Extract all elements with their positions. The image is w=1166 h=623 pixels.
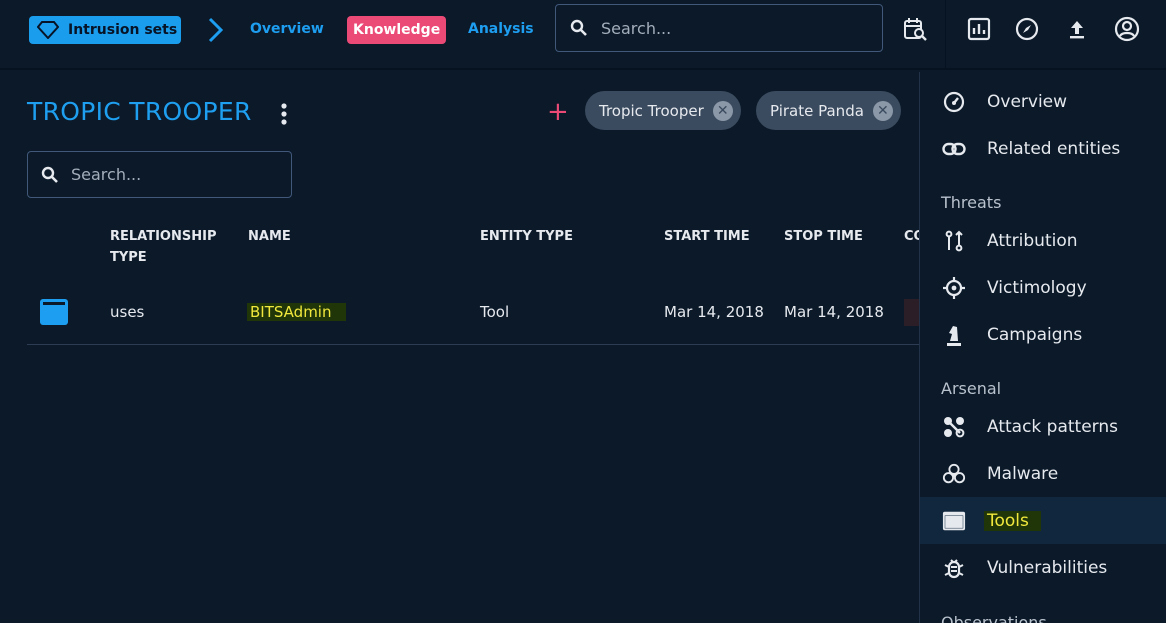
menu-item-malware[interactable]: Malware xyxy=(920,450,1166,497)
attack-pattern-icon xyxy=(942,415,966,439)
tab-overview[interactable]: Overview xyxy=(250,21,324,37)
menu-item-label: Malware xyxy=(987,463,1059,484)
menu-item-label: Vulnerabilities xyxy=(987,557,1108,578)
search-icon xyxy=(41,166,58,183)
cell-stop-time: Mar 14, 2018 xyxy=(784,303,884,321)
column-header-start-time[interactable]: START TIME xyxy=(664,226,750,247)
menu-item-label: Victimology xyxy=(987,277,1087,298)
menu-item-label: Related entities xyxy=(987,138,1121,159)
search-input[interactable]: Search... xyxy=(27,151,292,198)
menu-item-overview[interactable]: Overview xyxy=(920,78,1166,125)
alias-chip[interactable]: Tropic Trooper ✕ xyxy=(585,91,741,130)
menu-item-label: Campaigns xyxy=(987,324,1083,345)
entity-type-label: Intrusion sets xyxy=(68,22,178,38)
menu-item-campaigns[interactable]: Campaigns xyxy=(920,311,1166,358)
menu-item-label: Tools xyxy=(984,510,1041,531)
menu-item-label: Attribution xyxy=(987,230,1078,251)
menu-section-arsenal: Arsenal xyxy=(941,379,1002,398)
menu-item-label: Overview xyxy=(987,91,1068,112)
global-search-placeholder: Search... xyxy=(601,18,672,38)
cell-start-time: Mar 14, 2018 xyxy=(664,303,764,321)
knowledge-side-menu: Overview Related entities Threats Attrib… xyxy=(919,72,1166,623)
biohazard-icon xyxy=(942,462,966,486)
tab-analysis[interactable]: Analysis xyxy=(468,21,534,37)
tool-icon xyxy=(40,299,68,325)
calendar-search-icon[interactable] xyxy=(901,15,929,43)
window-icon xyxy=(942,509,966,533)
search-icon xyxy=(570,19,587,36)
attribution-icon xyxy=(942,229,966,253)
chevron-right-icon xyxy=(208,17,224,43)
global-search-input[interactable]: Search... xyxy=(555,4,883,52)
account-icon[interactable] xyxy=(1113,15,1141,43)
column-header-confidence[interactable]: CO xyxy=(904,226,919,247)
search-placeholder: Search... xyxy=(71,165,142,184)
entity-type-chip[interactable]: Intrusion sets xyxy=(29,16,181,44)
page-title: TROPIC TROOPER xyxy=(27,97,252,126)
menu-section-threats: Threats xyxy=(941,193,1002,212)
confidence-chip xyxy=(904,299,919,326)
crosshair-icon xyxy=(942,276,966,300)
bug-icon xyxy=(942,556,966,580)
alias-chip[interactable]: Pirate Panda ✕ xyxy=(756,91,901,130)
cell-entity-type: Tool xyxy=(480,303,510,321)
tab-knowledge[interactable]: Knowledge xyxy=(347,16,447,44)
row-divider xyxy=(27,344,919,345)
column-header-entity-type[interactable]: ENTITY TYPE xyxy=(480,226,573,247)
remove-alias-icon[interactable]: ✕ xyxy=(872,100,893,121)
alias-label: Pirate Panda xyxy=(770,101,864,120)
menu-section-observations: Observations xyxy=(941,613,1047,623)
more-vert-icon[interactable] xyxy=(276,101,292,127)
menu-item-attribution[interactable]: Attribution xyxy=(920,217,1166,264)
dashboard-icon[interactable] xyxy=(965,15,993,43)
menu-item-attack-patterns[interactable]: Attack patterns xyxy=(920,403,1166,450)
alias-label: Tropic Trooper xyxy=(599,101,704,120)
menu-item-tools[interactable]: Tools xyxy=(920,497,1166,544)
link-icon xyxy=(942,137,966,161)
upload-icon[interactable] xyxy=(1063,15,1091,43)
menu-item-vulnerabilities[interactable]: Vulnerabilities xyxy=(920,544,1166,591)
add-alias-button[interactable]: + xyxy=(547,99,569,125)
column-header-relationship-type[interactable]: RELATIONSHIP TYPE xyxy=(110,226,230,268)
compass-icon[interactable] xyxy=(1013,15,1041,43)
remove-alias-icon[interactable]: ✕ xyxy=(712,100,733,121)
diamond-icon xyxy=(37,21,59,39)
menu-item-label: Attack patterns xyxy=(987,416,1118,437)
column-header-stop-time[interactable]: STOP TIME xyxy=(784,226,863,247)
menu-item-related-entities[interactable]: Related entities xyxy=(920,125,1166,172)
menu-item-victimology[interactable]: Victimology xyxy=(920,264,1166,311)
cell-relationship-type: uses xyxy=(110,303,145,321)
chess-knight-icon xyxy=(942,323,966,347)
topbar-divider xyxy=(945,0,946,70)
cell-name: BITSAdmin xyxy=(247,303,347,321)
top-bar: Intrusion sets Overview Knowledge Analys… xyxy=(0,0,1166,70)
column-header-name[interactable]: NAME xyxy=(248,226,291,247)
gauge-icon xyxy=(942,90,966,114)
